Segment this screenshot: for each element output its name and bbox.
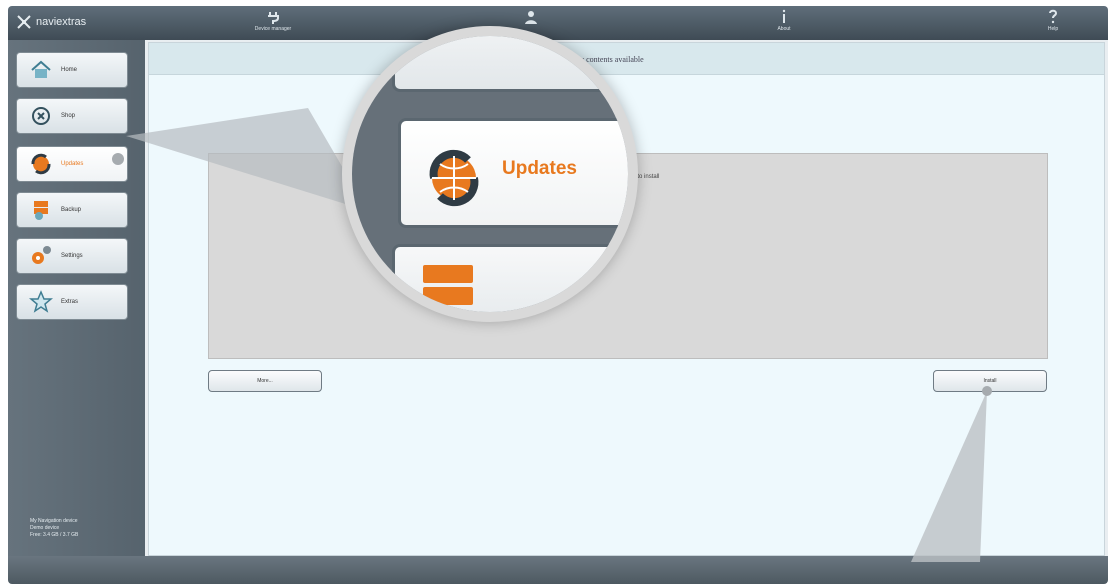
backup-icon-bottom (423, 287, 473, 305)
application-window: naviextras Device manager About Help Hom… (8, 6, 1108, 584)
backup-icon-top (423, 265, 473, 283)
install-callout-beam (911, 391, 987, 562)
magnified-backup-button (392, 244, 628, 312)
magnified-updates-label: Updates (502, 158, 577, 179)
magnified-updates-icon (422, 146, 486, 215)
updates-callout-beam (126, 108, 368, 211)
updates-callout-dot (112, 153, 124, 165)
updates-magnifier: Updates (342, 26, 638, 322)
magnifier-content: Updates (352, 36, 628, 312)
magnified-shop-button (392, 36, 628, 92)
install-callout-dot (982, 386, 992, 396)
